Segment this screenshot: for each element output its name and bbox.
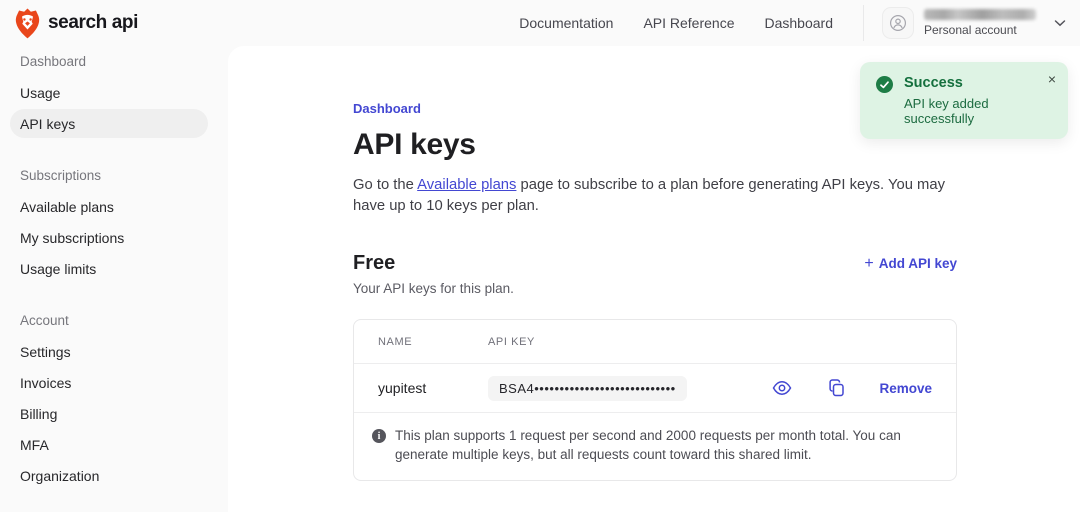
success-toast: Success API key added successfully × [860, 62, 1068, 139]
header-divider [863, 5, 864, 41]
available-plans-link[interactable]: Available plans [417, 177, 516, 193]
eye-icon [772, 380, 792, 396]
account-type-label: Personal account [924, 23, 1036, 37]
api-key-masked-value: BSA4•••••••••••••••••••••••••••• [488, 376, 687, 401]
sidebar-spacer [0, 284, 228, 305]
brand-name: search api [48, 12, 138, 34]
check-circle-icon [876, 76, 893, 93]
brave-shield-icon [14, 8, 41, 39]
api-keys-table: NAME API KEY yupitest BSA4••••••••••••••… [353, 319, 957, 481]
sidebar-section-account: Account [0, 305, 228, 336]
sidebar-item-billing[interactable]: Billing [0, 398, 228, 429]
table-row: yupitest BSA4•••••••••••••••••••••••••••… [354, 364, 956, 413]
nav-api-reference[interactable]: API Reference [643, 15, 734, 31]
sidebar-section-subscriptions: Subscriptions [0, 160, 228, 191]
sidebar-item-usage[interactable]: Usage [0, 77, 228, 108]
note-text: This plan supports 1 request per second … [395, 427, 932, 464]
intro-text: Go to the Available plans page to subscr… [353, 175, 957, 216]
close-icon[interactable]: × [1048, 72, 1056, 86]
toast-title: Success [904, 75, 1054, 91]
sidebar: Dashboard Usage API keys Subscriptions A… [0, 46, 228, 512]
top-nav: Documentation API Reference Dashboard [519, 15, 833, 31]
sidebar-item-mfa[interactable]: MFA [0, 429, 228, 460]
chevron-down-icon[interactable] [1054, 19, 1066, 27]
plus-icon: + [864, 256, 873, 272]
remove-key-button[interactable]: Remove [879, 381, 932, 396]
copy-icon [828, 379, 845, 397]
brand-logo[interactable]: search api [14, 8, 138, 39]
sidebar-item-settings[interactable]: Settings [0, 336, 228, 367]
table-header: NAME API KEY [354, 320, 956, 364]
info-icon: i [372, 429, 386, 443]
plan-name: Free [353, 252, 395, 275]
top-header: search api Documentation API Reference D… [0, 0, 1080, 46]
add-api-key-button[interactable]: + Add API key [864, 256, 957, 272]
column-name: NAME [378, 336, 488, 348]
avatar [882, 7, 914, 39]
person-circle-icon [889, 14, 907, 32]
redacted-username [924, 9, 1036, 20]
sidebar-item-api-keys[interactable]: API keys [0, 108, 228, 139]
sidebar-spacer [0, 139, 228, 160]
nav-dashboard[interactable]: Dashboard [765, 15, 834, 31]
toast-message: API key added successfully [904, 96, 1054, 126]
nav-documentation[interactable]: Documentation [519, 15, 613, 31]
sidebar-section-dashboard: Dashboard [0, 46, 228, 77]
breadcrumb-dashboard[interactable]: Dashboard [353, 101, 421, 116]
plan-limit-note: i This plan supports 1 request per secon… [354, 413, 956, 480]
reveal-key-button[interactable] [770, 378, 794, 398]
sidebar-item-usage-limits[interactable]: Usage limits [0, 253, 228, 284]
sidebar-item-available-plans[interactable]: Available plans [0, 191, 228, 222]
plan-subtitle: Your API keys for this plan. [353, 281, 957, 296]
sidebar-item-organization[interactable]: Organization [0, 460, 228, 491]
sidebar-item-invoices[interactable]: Invoices [0, 367, 228, 398]
column-api-key: API KEY [488, 336, 535, 348]
account-menu[interactable]: Personal account [882, 7, 1066, 39]
sidebar-item-my-subscriptions[interactable]: My subscriptions [0, 222, 228, 253]
api-key-name: yupitest [378, 380, 488, 396]
copy-key-button[interactable] [826, 377, 847, 399]
